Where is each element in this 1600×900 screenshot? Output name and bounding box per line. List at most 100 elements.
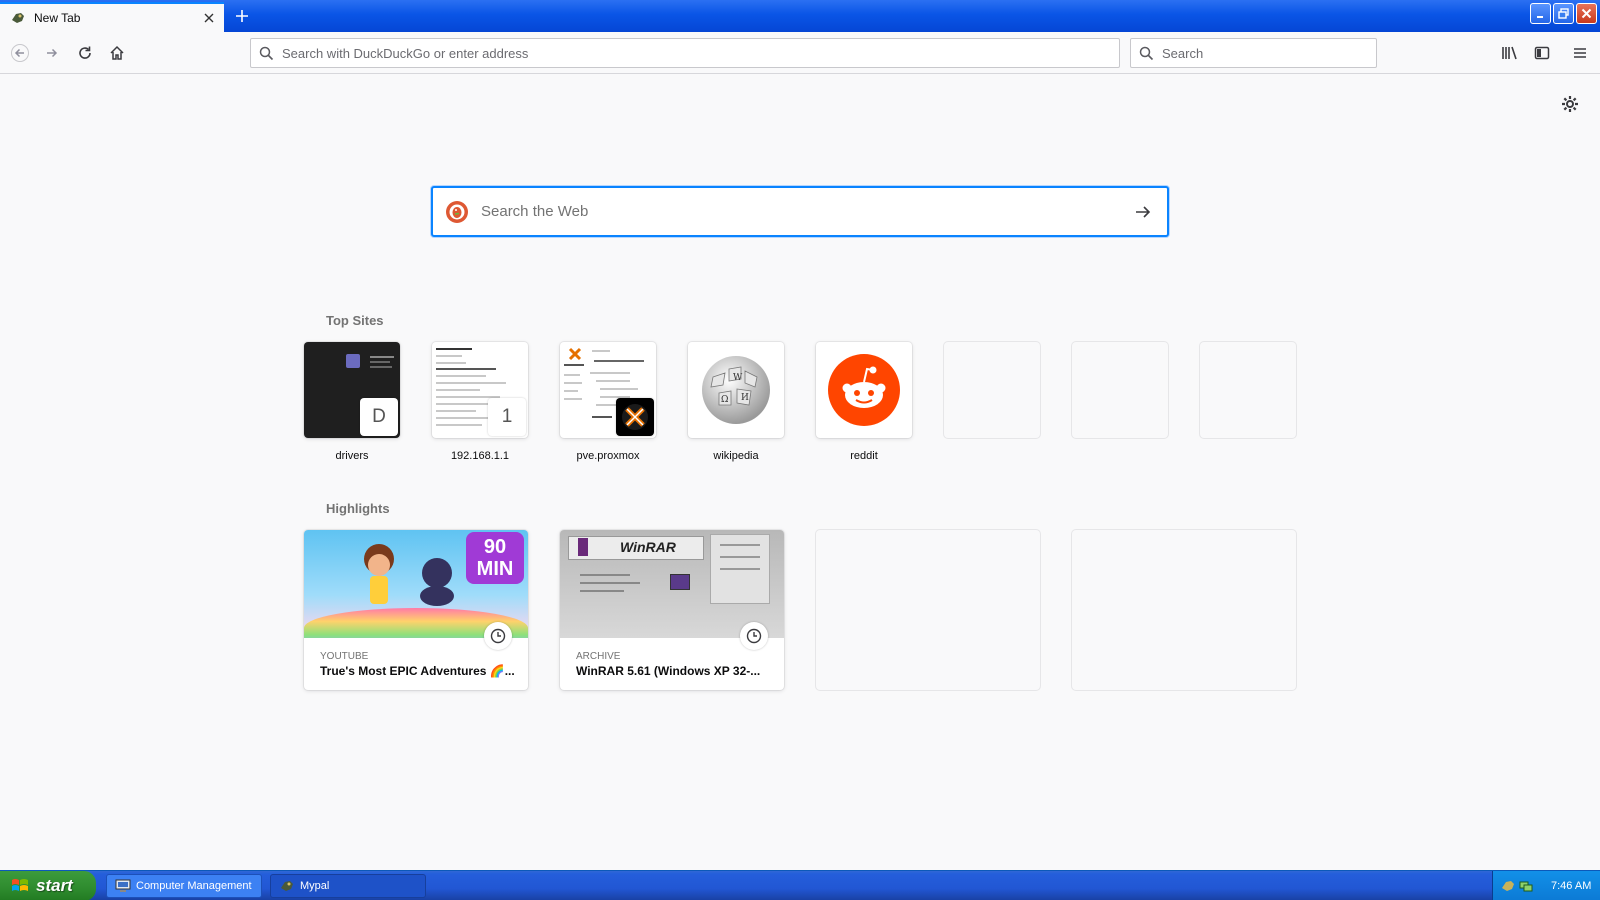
- close-icon: [1581, 8, 1592, 19]
- reload-icon: [79, 46, 91, 59]
- taskbar-clock[interactable]: 7:46 AM: [1551, 880, 1591, 892]
- sidebar-toggle-button[interactable]: [1528, 39, 1556, 67]
- top-site-router[interactable]: 1 192.168.1.1: [432, 342, 528, 464]
- back-arrow-icon: [11, 44, 29, 62]
- site-thumbnail: 1: [432, 342, 528, 438]
- network-tray-icon[interactable]: [1519, 879, 1533, 893]
- forward-arrow-icon: [47, 48, 58, 58]
- site-letter-badge: D: [360, 398, 398, 436]
- address-bar[interactable]: [250, 38, 1120, 68]
- taskbar-item-computer-management[interactable]: Computer Management: [106, 874, 262, 898]
- site-label: 192.168.1.1: [450, 450, 510, 462]
- web-search-box[interactable]: [431, 186, 1169, 237]
- title-bar: New Tab: [0, 0, 1600, 32]
- top-sites-heading: Top Sites: [326, 313, 384, 328]
- history-clock-icon: [484, 622, 512, 650]
- arrow-right-icon: [1136, 205, 1151, 218]
- restore-icon: [1557, 7, 1569, 19]
- top-site-wikipedia[interactable]: Ω И W wikipedia: [688, 342, 784, 464]
- site-thumbnail: D: [304, 342, 400, 438]
- back-button[interactable]: [6, 39, 34, 67]
- top-site-empty-slot[interactable]: [1072, 342, 1168, 464]
- highlight-source: ARCHIVE: [576, 651, 621, 662]
- windows-taskbar: start Computer Management Mypal 7:46 AM: [0, 870, 1600, 900]
- home-button[interactable]: [103, 39, 131, 67]
- site-label: drivers: [335, 450, 369, 462]
- svg-text:И: И: [741, 393, 749, 403]
- top-site-proxmox[interactable]: pve.proxmox: [560, 342, 656, 464]
- customize-settings-button[interactable]: [1558, 92, 1582, 116]
- minimize-window-button[interactable]: [1530, 3, 1551, 24]
- highlight-title: WinRAR 5.61 (Windows XP 32-...: [576, 664, 761, 678]
- taskbar-item-label: Computer Management: [136, 880, 252, 892]
- top-sites-grid: D drivers 1 192.168.1.1 pve.proxmox Ω И …: [304, 342, 1296, 464]
- search-icon: [259, 46, 274, 60]
- library-icon: [1502, 46, 1517, 60]
- windows-logo-icon: [12, 879, 28, 891]
- search-icon: [1139, 46, 1154, 60]
- close-window-button[interactable]: [1576, 3, 1597, 24]
- site-label: [1072, 450, 1168, 464]
- site-label: [1200, 450, 1296, 464]
- history-clock-icon: [740, 622, 768, 650]
- svg-text:Ω: Ω: [721, 395, 728, 405]
- mypal-tray-icon[interactable]: [1501, 879, 1515, 893]
- sidebar-icon: [1534, 46, 1550, 60]
- system-tray: 7:46 AM: [1492, 871, 1600, 900]
- highlight-card-youtube[interactable]: 90 MIN YOUTUBE True's Most EPIC Adventur…: [304, 530, 528, 690]
- taskbar-item-mypal[interactable]: Mypal: [270, 874, 426, 898]
- highlight-empty-slot: [1072, 530, 1296, 690]
- site-thumbnail: [560, 342, 656, 438]
- mypal-icon: [281, 881, 293, 891]
- reload-button[interactable]: [71, 39, 99, 67]
- site-label: wikipedia: [713, 450, 759, 462]
- site-thumbnail: [1072, 342, 1168, 438]
- new-tab-button[interactable]: [230, 4, 254, 28]
- taskbar-item-label: Mypal: [300, 880, 330, 892]
- top-site-empty-slot[interactable]: [944, 342, 1040, 464]
- site-thumbnail: [816, 342, 912, 438]
- highlights-heading: Highlights: [326, 501, 390, 516]
- reddit-icon: [828, 354, 900, 426]
- tab-new-tab[interactable]: New Tab: [0, 2, 224, 32]
- search-bar[interactable]: [1130, 38, 1377, 68]
- close-tab-icon[interactable]: [198, 7, 220, 29]
- proxmox-icon: [616, 398, 654, 436]
- mypal-favicon-icon: [12, 13, 24, 23]
- thumbnail-badge-text: 90 MIN: [466, 532, 524, 584]
- top-site-drivers[interactable]: D drivers: [304, 342, 400, 464]
- site-label: pve.proxmox: [576, 450, 640, 462]
- site-label: reddit: [850, 450, 878, 462]
- highlight-source: YOUTUBE: [320, 651, 369, 662]
- thumbnail-badge-text: WinRAR: [620, 539, 676, 555]
- site-thumbnail: Ω И W: [688, 342, 784, 438]
- svg-text:W: W: [733, 373, 743, 383]
- site-letter-badge: 1: [488, 398, 526, 436]
- site-thumbnail: [1200, 342, 1296, 438]
- plus-icon: [236, 10, 248, 22]
- start-button[interactable]: start: [0, 871, 96, 900]
- site-label: [944, 450, 1040, 464]
- library-button[interactable]: [1496, 39, 1524, 67]
- search-submit-button[interactable]: [1123, 192, 1163, 232]
- menu-button[interactable]: [1566, 39, 1594, 67]
- top-site-empty-slot[interactable]: [1200, 342, 1296, 464]
- web-search-input[interactable]: [481, 203, 1123, 220]
- start-label: start: [36, 876, 73, 895]
- gear-icon: [1562, 96, 1578, 112]
- minimize-icon: [1536, 15, 1543, 18]
- home-icon: [110, 45, 124, 60]
- address-input[interactable]: [282, 45, 1119, 61]
- top-site-reddit[interactable]: reddit: [816, 342, 912, 464]
- highlights-grid: 90 MIN YOUTUBE True's Most EPIC Adventur…: [304, 530, 1296, 690]
- duckduckgo-icon: [446, 200, 468, 223]
- highlight-card-archive[interactable]: WinRAR ARCHIVE WinRAR 5.61 (Windows XP 3…: [560, 530, 784, 690]
- forward-button[interactable]: [38, 39, 66, 67]
- hamburger-menu-icon: [1574, 48, 1586, 58]
- computer-management-icon: [115, 879, 131, 892]
- tab-title: New Tab: [34, 11, 81, 25]
- restore-window-button[interactable]: [1553, 3, 1574, 24]
- wikipedia-globe-icon: Ω И W: [702, 356, 770, 424]
- site-thumbnail: [944, 342, 1040, 438]
- search-input[interactable]: [1162, 45, 1376, 61]
